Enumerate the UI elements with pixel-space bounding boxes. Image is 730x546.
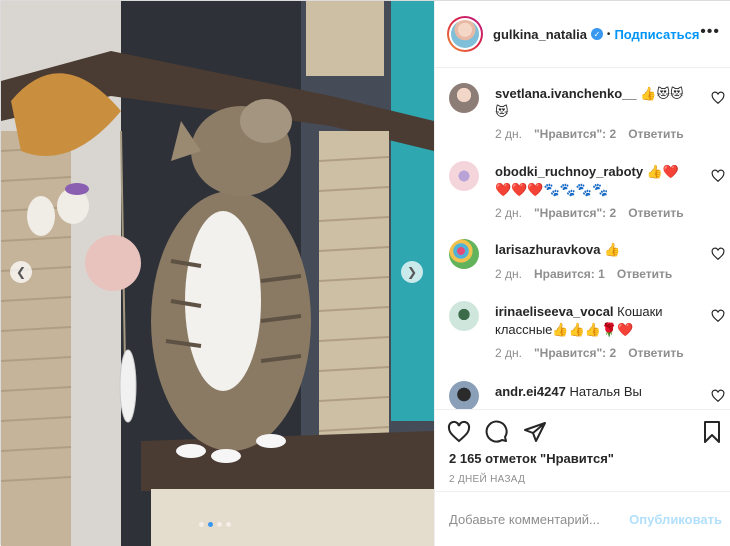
share-send-icon[interactable] xyxy=(523,420,547,444)
author-username[interactable]: gulkina_natalia xyxy=(493,27,587,42)
comment-meta: 2 дн. "Нравится": 2 Ответить xyxy=(495,206,684,220)
like-comment-heart-icon[interactable] xyxy=(711,309,725,323)
add-comment-bar: Добавьте комментарий... Опубликовать xyxy=(435,491,730,546)
comment-text: larisazhuravkova 👍 xyxy=(495,241,695,259)
more-options-icon[interactable]: ••• xyxy=(700,23,720,41)
comment-text: irinaeliseeva_vocal Кошаки классные👍👍👍🌹❤… xyxy=(495,303,695,339)
comment-username[interactable]: larisazhuravkova xyxy=(495,242,601,257)
like-heart-icon[interactable] xyxy=(447,420,471,444)
comment-username[interactable]: obodki_ruchnoy_raboty xyxy=(495,164,643,179)
comment-likes[interactable]: Нравится: 1 xyxy=(534,267,605,281)
comment-likes[interactable]: "Нравится": 2 xyxy=(534,206,616,220)
comment-reply-button[interactable]: Ответить xyxy=(628,127,683,141)
comment-body: 👍 xyxy=(600,242,621,257)
post-header: gulkina_natalia ✓ • Подписаться ••• xyxy=(435,1,730,68)
comment-item: svetlana.ivanchenko__ 👍😻😻😻 2 дн. "Нравит… xyxy=(449,83,725,153)
comment-meta: 2 дн. Нравится: 1 Ответить xyxy=(495,267,672,281)
carousel-dot-active xyxy=(208,522,213,527)
action-icons xyxy=(447,420,547,444)
comment-avatar[interactable] xyxy=(449,301,479,331)
publish-button[interactable]: Опубликовать xyxy=(629,512,722,527)
comments-list[interactable]: svetlana.ivanchenko__ 👍😻😻😻 2 дн. "Нравит… xyxy=(435,69,730,409)
avatar-picture xyxy=(451,20,479,48)
comment-item: irinaeliseeva_vocal Кошаки классные👍👍👍🌹❤… xyxy=(449,301,725,371)
comment-avatar[interactable] xyxy=(449,161,479,191)
carousel-dots xyxy=(199,522,231,527)
comment-text: obodki_ruchnoy_raboty 👍❤️❤️❤️❤️🐾🐾🐾🐾 xyxy=(495,163,695,199)
like-comment-heart-icon[interactable] xyxy=(711,389,725,403)
comment-bubble-icon[interactable] xyxy=(485,420,509,444)
comment-body: Наталья Вы xyxy=(565,384,642,399)
header-separator: • xyxy=(606,28,611,40)
carousel-dot xyxy=(226,522,231,527)
comment-time: 2 дн. xyxy=(495,206,522,220)
comment-text: svetlana.ivanchenko__ 👍😻😻😻 xyxy=(495,85,695,121)
chevron-right-icon: ❯ xyxy=(406,265,418,279)
follow-button[interactable]: Подписаться xyxy=(614,27,699,42)
verified-badge-icon: ✓ xyxy=(590,28,603,40)
cat-photo-image xyxy=(1,1,434,546)
carousel-prev-button[interactable]: ❮ xyxy=(10,261,32,283)
comment-username[interactable]: andr.ei4247 xyxy=(495,384,566,399)
like-comment-heart-icon[interactable] xyxy=(711,91,725,105)
like-comment-heart-icon[interactable] xyxy=(711,247,725,261)
carousel-next-button[interactable]: ❯ xyxy=(401,261,423,283)
comment-time: 2 дн. xyxy=(495,127,522,141)
comment-reply-button[interactable]: Ответить xyxy=(628,346,683,360)
comment-time: 2 дн. xyxy=(495,267,522,281)
comment-item: larisazhuravkova 👍 2 дн. Нравится: 1 Отв… xyxy=(449,239,725,289)
comment-time: 2 дн. xyxy=(495,346,522,360)
carousel-dot xyxy=(217,522,222,527)
post-date[interactable]: 2 ДНЕЙ НАЗАД xyxy=(449,474,525,485)
comment-likes[interactable]: "Нравится": 2 xyxy=(534,127,616,141)
chevron-left-icon: ❮ xyxy=(15,265,27,279)
comment-text: andr.ei4247 Наталья Вы xyxy=(495,383,695,401)
carousel-dot xyxy=(199,522,204,527)
instagram-post: ❮ ❯ gulkina_natalia ✓ • Подписаться ••• … xyxy=(0,0,730,546)
post-photo[interactable]: ❮ ❯ xyxy=(1,1,434,546)
comment-avatar[interactable] xyxy=(449,83,479,113)
likes-count[interactable]: 2 165 отметок "Нравится" xyxy=(449,451,614,466)
like-comment-heart-icon[interactable] xyxy=(711,169,725,183)
comment-meta: 2 дн. "Нравится": 2 Ответить xyxy=(495,346,684,360)
comment-input[interactable]: Добавьте комментарий... xyxy=(449,512,600,527)
comment-reply-button[interactable]: Ответить xyxy=(617,267,672,281)
avatar-inner xyxy=(449,18,481,50)
comment-avatar[interactable] xyxy=(449,381,479,409)
comment-avatar[interactable] xyxy=(449,239,479,269)
comment-item: andr.ei4247 Наталья Вы xyxy=(449,381,725,409)
author-avatar[interactable] xyxy=(447,16,483,52)
comment-username[interactable]: irinaeliseeva_vocal xyxy=(495,304,614,319)
comment-reply-button[interactable]: Ответить xyxy=(628,206,683,220)
comment-meta: 2 дн. "Нравится": 2 Ответить xyxy=(495,127,684,141)
save-bookmark-icon[interactable] xyxy=(700,420,724,444)
post-side-panel: gulkina_natalia ✓ • Подписаться ••• svet… xyxy=(434,1,730,546)
comment-item: obodki_ruchnoy_raboty 👍❤️❤️❤️❤️🐾🐾🐾🐾 2 дн… xyxy=(449,161,725,231)
comment-username[interactable]: svetlana.ivanchenko__ xyxy=(495,86,637,101)
comment-likes[interactable]: "Нравится": 2 xyxy=(534,346,616,360)
